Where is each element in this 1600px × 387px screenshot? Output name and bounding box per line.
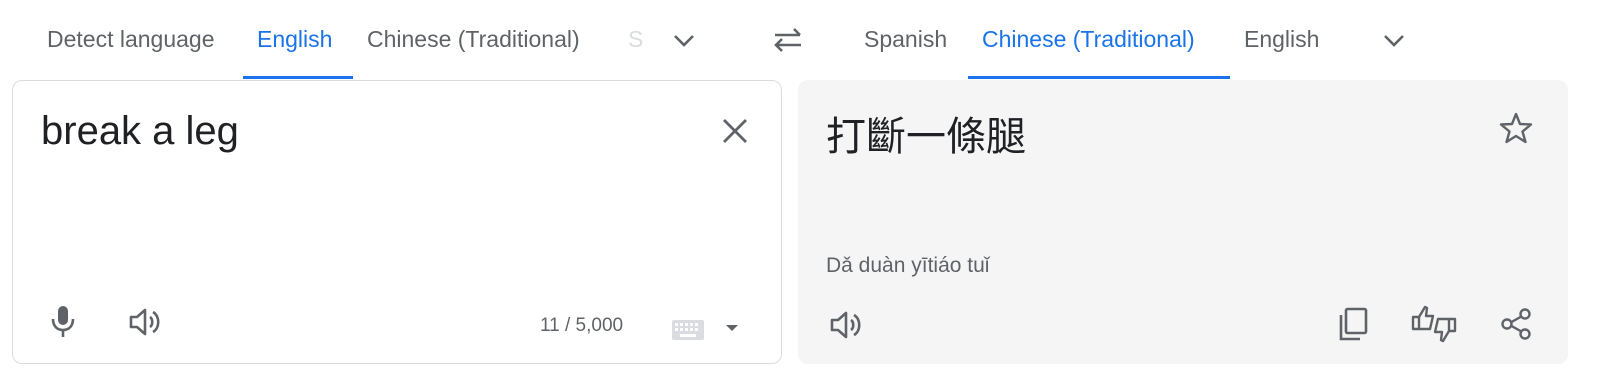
thumbs-feedback-icon[interactable]	[1410, 304, 1458, 344]
source-language-bar: Detect language English Chinese (Traditi…	[0, 0, 780, 80]
character-count: 11 / 5,000	[540, 315, 624, 336]
copy-icon[interactable]	[1336, 306, 1370, 342]
speaker-icon[interactable]	[828, 306, 866, 344]
target-language-bar: Spanish Chinese (Traditional) English	[800, 0, 1600, 80]
microphone-icon[interactable]	[45, 303, 81, 339]
translated-text: 打斷一條腿	[826, 114, 1026, 160]
tab-target-chinese-traditional[interactable]: Chinese (Traditional)	[982, 22, 1195, 56]
share-icon[interactable]	[1498, 306, 1534, 342]
transliteration: Dǎ duàn yītiáo tuǐ	[826, 254, 990, 277]
target-active-underline	[968, 76, 1230, 79]
close-icon[interactable]	[717, 113, 753, 149]
source-text-panel: break a leg 11 / 5,000	[12, 80, 782, 364]
tab-source-chinese-traditional[interactable]: Chinese (Traditional)	[367, 22, 580, 56]
translation-panel: 打斷一條腿 Dǎ duàn yītiáo tuǐ	[798, 80, 1568, 364]
chevron-down-icon[interactable]	[670, 26, 698, 54]
speaker-icon[interactable]	[127, 303, 165, 341]
keyboard-dropdown-icon[interactable]	[725, 323, 739, 333]
tab-source-faded[interactable]: S	[628, 22, 646, 56]
tab-source-english[interactable]: English	[257, 22, 332, 56]
chevron-down-icon[interactable]	[1380, 26, 1408, 54]
tab-target-spanish[interactable]: Spanish	[864, 22, 947, 56]
keyboard-icon[interactable]	[671, 319, 705, 341]
source-text-input[interactable]: break a leg	[41, 109, 239, 154]
tab-target-english[interactable]: English	[1244, 22, 1319, 56]
tab-detect-language[interactable]: Detect language	[47, 22, 215, 56]
star-icon[interactable]	[1498, 110, 1534, 146]
source-active-underline	[243, 76, 353, 79]
